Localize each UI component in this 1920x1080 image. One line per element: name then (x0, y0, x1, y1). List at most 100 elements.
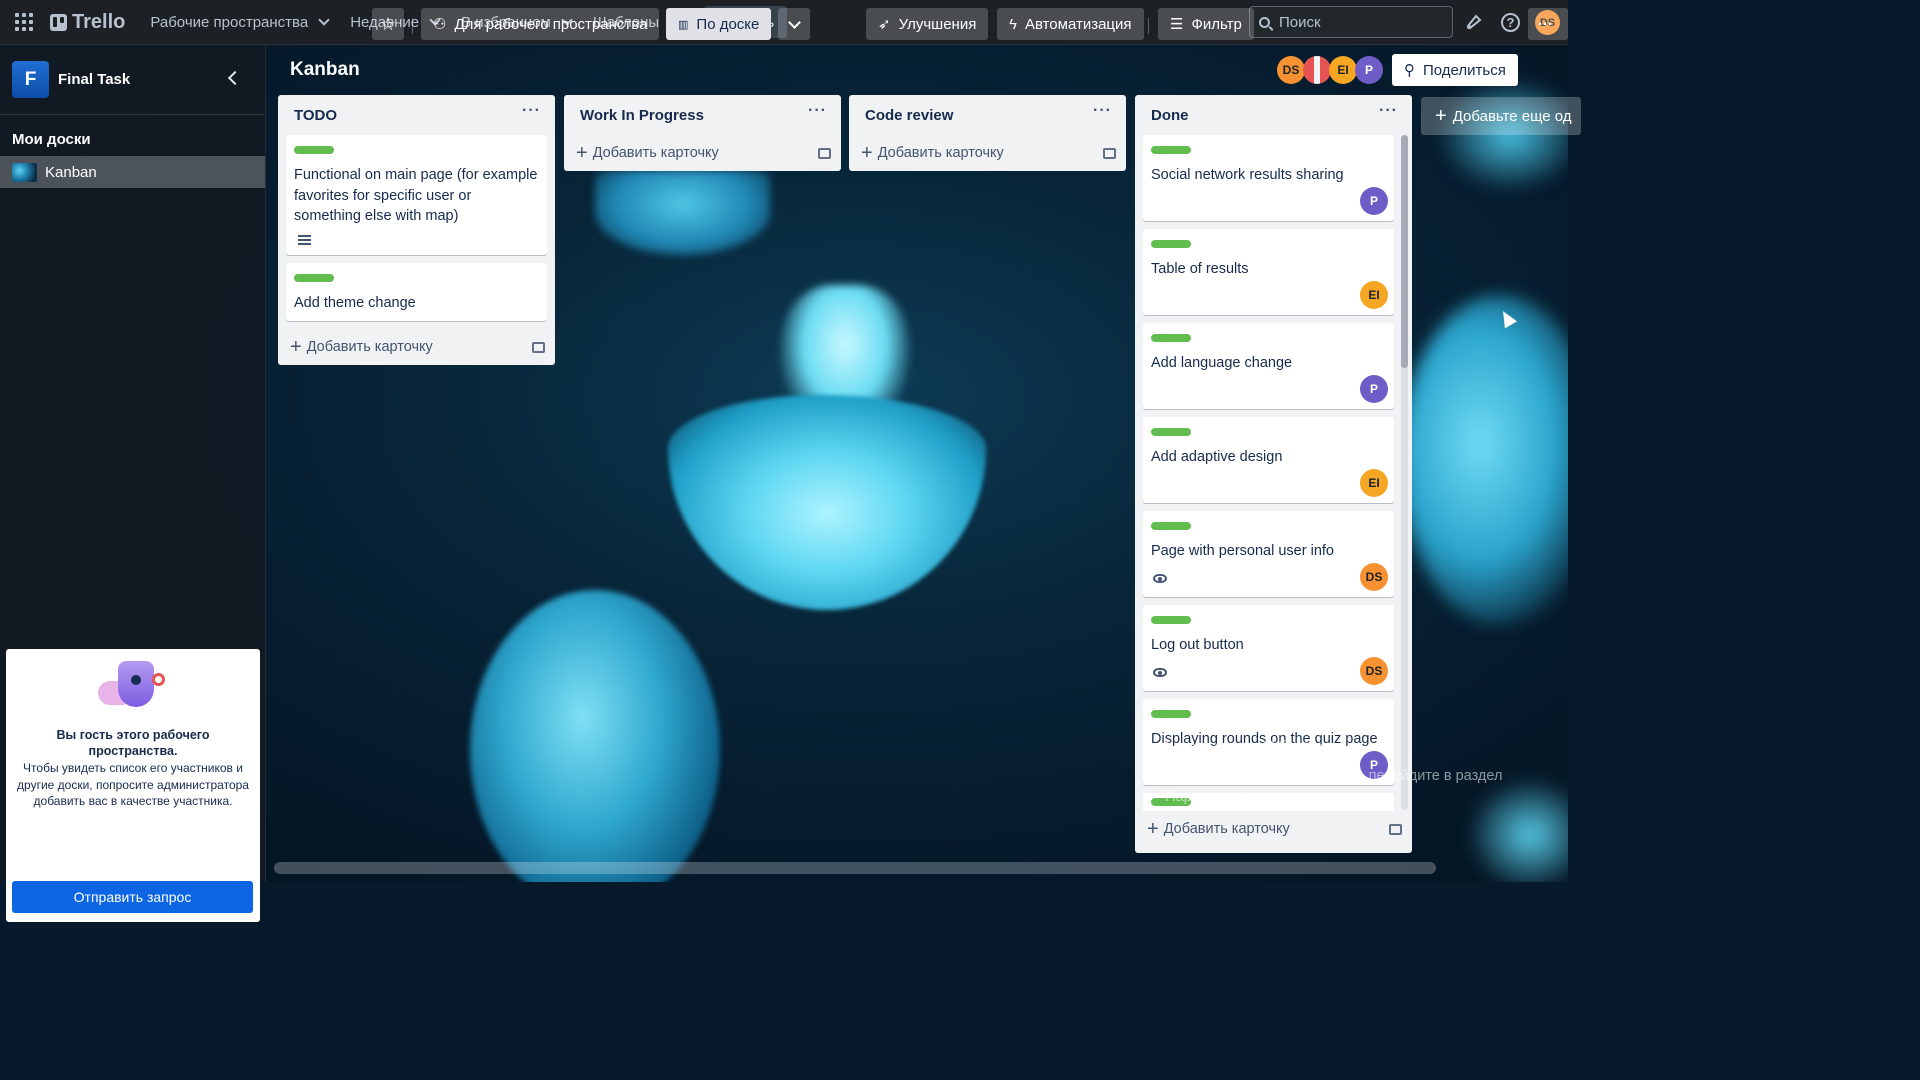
card-template-icon[interactable] (818, 147, 831, 159)
list-todo: TODO ··· Functional on main page (for ex… (278, 95, 555, 365)
filter-button[interactable]: ☰ Фильтр (1158, 8, 1254, 40)
workspace-name[interactable]: Final Task (58, 71, 130, 88)
more-icon: ··· (1538, 15, 1553, 33)
send-request-button[interactable]: Отправить запрос (12, 881, 253, 913)
filter-icon: ☰ (1170, 16, 1184, 33)
card-label[interactable] (1151, 146, 1191, 154)
card[interactable]: Add language change P (1143, 323, 1394, 409)
card-label[interactable] (1151, 616, 1191, 624)
card-label[interactable] (294, 273, 334, 282)
collapse-sidebar-icon[interactable] (227, 70, 243, 86)
guest-notice: Вы гость этого рабочего пространства. Чт… (6, 649, 260, 922)
workspace-logo: F (12, 61, 49, 98)
chevron-down-icon (318, 14, 330, 26)
app-switcher-icon[interactable] (12, 10, 36, 34)
board-menu-button[interactable]: ··· (1528, 8, 1568, 40)
add-card-button[interactable]: + Добавить карточку (564, 135, 841, 171)
watching-eye-icon (1153, 573, 1167, 583)
star-icon: ☆ (379, 13, 397, 34)
member-avatar[interactable]: DS (1360, 563, 1388, 591)
board-title[interactable]: Kanban (290, 59, 360, 81)
add-card-label: Добавить карточку (592, 145, 719, 161)
list-scrollbar[interactable] (1401, 135, 1408, 810)
plus-icon: + (861, 142, 873, 164)
add-card-button[interactable]: + Добавить карточку (278, 329, 555, 365)
automation-button[interactable]: ϟ Автоматизация (997, 8, 1144, 40)
automation-label: Автоматизация (1024, 15, 1132, 33)
card-label[interactable] (1151, 334, 1191, 342)
board-horizontal-scrollbar[interactable] (274, 862, 1436, 874)
list-menu-icon[interactable]: ··· (808, 103, 827, 119)
brand-name: Trello (72, 10, 126, 33)
card-template-icon[interactable] (532, 341, 545, 353)
list-title[interactable]: Work In Progress (580, 107, 704, 124)
add-card-button[interactable]: + Добавить карточку (849, 135, 1126, 171)
card[interactable]: Add theme change (286, 262, 547, 321)
search-input[interactable]: Поиск (1249, 6, 1453, 38)
views-dropdown-button[interactable] (778, 8, 810, 40)
my-boards-heading: Мои доски (12, 131, 91, 148)
member-avatar-photo[interactable] (1303, 56, 1331, 84)
card-title: Functional on main page (for example fav… (294, 167, 538, 224)
sidebar-item-kanban[interactable]: Kanban (0, 156, 265, 188)
card-template-icon[interactable] (1103, 147, 1116, 159)
menu-workspaces[interactable]: Рабочие пространства (139, 6, 339, 38)
card[interactable]: Log out button DS (1143, 605, 1394, 691)
list-header[interactable]: TODO ··· (278, 95, 555, 135)
add-list-label: Добавьте еще од (1452, 107, 1572, 125)
card-label[interactable] (1151, 428, 1191, 436)
list-title[interactable]: Code review (865, 107, 953, 124)
list-title[interactable]: TODO (294, 107, 337, 124)
add-card-label: Добавить карточку (877, 145, 1004, 161)
star-button[interactable]: ☆ (372, 8, 404, 40)
card[interactable]: Social network results sharing P (1143, 135, 1394, 221)
security-illustration (98, 661, 168, 713)
watermark-title: Активация Windows (1160, 738, 1345, 760)
filter-label: Фильтр (1191, 15, 1242, 33)
list-header[interactable]: Done ··· (1135, 95, 1412, 135)
card-title: Social network results sharing (1151, 167, 1344, 183)
visibility-button[interactable]: ⚇ Для рабочего пространства (421, 8, 660, 40)
card-template-icon[interactable] (1389, 823, 1402, 835)
help-icon[interactable]: ? (1501, 13, 1520, 32)
share-label: Поделиться (1423, 61, 1506, 79)
add-list-button[interactable]: + Добавьте еще од (1421, 97, 1581, 135)
trello-logo[interactable]: Trello (50, 11, 125, 34)
watching-eye-icon (1153, 667, 1167, 677)
powerups-button[interactable]: ➶ Улучшения (866, 8, 989, 40)
card[interactable]: Table of results EI (1143, 229, 1394, 315)
list-menu-icon[interactable]: ··· (1093, 103, 1112, 119)
member-avatar[interactable]: DS (1277, 56, 1305, 84)
card-label[interactable] (294, 146, 334, 154)
list-menu-icon[interactable]: ··· (522, 103, 541, 119)
card-label[interactable] (1151, 240, 1191, 248)
board-view-button[interactable]: ▥ По доске (666, 8, 772, 40)
member-avatar[interactable]: P (1360, 187, 1388, 215)
member-avatar[interactable]: EI (1360, 469, 1388, 497)
member-avatar[interactable]: P (1355, 56, 1383, 84)
add-card-button[interactable]: + Добавить карточку (1135, 811, 1412, 847)
lightning-icon: ϟ (1009, 15, 1017, 33)
share-button[interactable]: ⚲ Поделиться (1392, 54, 1518, 86)
card-title: Add adaptive design (1151, 449, 1283, 465)
list-header[interactable]: Code review ··· (849, 95, 1126, 135)
card[interactable]: Functional on main page (for example fav… (286, 135, 547, 255)
member-avatar[interactable]: DS (1360, 657, 1388, 685)
list-title[interactable]: Done (1151, 107, 1189, 124)
list-menu-icon[interactable]: ··· (1379, 103, 1398, 119)
card[interactable]: Page with personal user info DS (1143, 511, 1394, 597)
board-thumbnail (12, 162, 37, 182)
member-avatar[interactable]: P (1360, 375, 1388, 403)
plus-icon: + (290, 336, 302, 358)
rocket-icon: ➶ (878, 16, 891, 33)
card[interactable]: Add adaptive design EI (1143, 417, 1394, 503)
scrollbar-thumb[interactable] (1401, 135, 1408, 368)
member-avatar[interactable]: EI (1329, 56, 1357, 84)
jellyfish-image-main (668, 395, 986, 610)
member-avatar[interactable]: EI (1360, 281, 1388, 309)
notifications-icon[interactable] (1462, 10, 1486, 34)
list-header[interactable]: Work In Progress ··· (564, 95, 841, 135)
card-label[interactable] (1151, 710, 1191, 718)
card-label[interactable] (1151, 522, 1191, 530)
search-icon (1259, 16, 1270, 28)
